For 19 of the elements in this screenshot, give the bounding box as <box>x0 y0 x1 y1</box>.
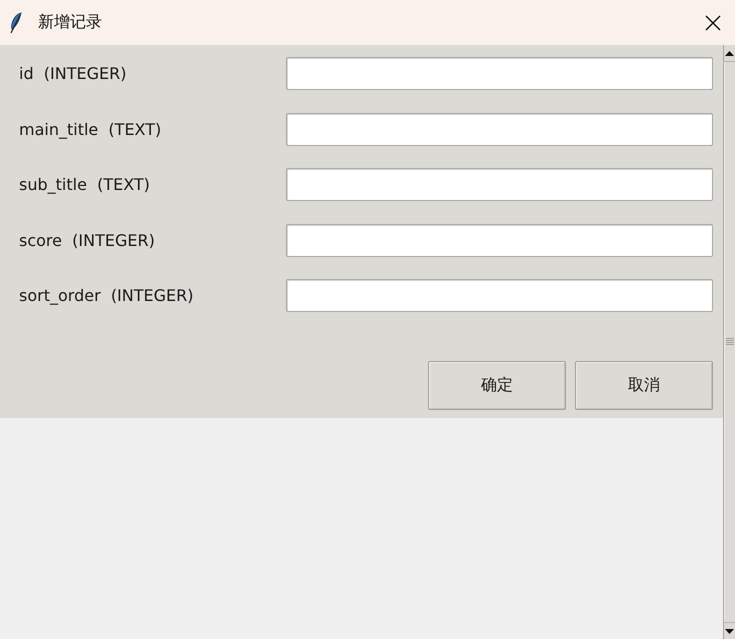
close-icon <box>705 14 721 30</box>
input-field[interactable] <box>286 112 713 146</box>
field-label: score (INTEGER) <box>19 230 155 250</box>
close-button[interactable] <box>703 12 723 32</box>
caret-up-icon <box>725 50 734 56</box>
feather-icon <box>10 12 22 34</box>
field-label: sort_order (INTEGER) <box>19 286 194 305</box>
input-field[interactable] <box>286 279 713 312</box>
cancel-button[interactable]: 取消 <box>575 361 713 410</box>
field-label: id (INTEGER) <box>19 64 126 83</box>
window-title: 新增记录 <box>38 12 102 33</box>
caret-down-icon <box>725 628 734 634</box>
input-field[interactable] <box>286 57 713 90</box>
field-label: main_title (TEXT) <box>19 120 162 138</box>
input-field[interactable] <box>286 224 713 256</box>
input-field[interactable] <box>286 168 713 201</box>
grip-icon <box>726 338 734 346</box>
confirm-button[interactable]: 确定 <box>428 361 566 410</box>
field-label: sub_title (TEXT) <box>19 175 150 194</box>
